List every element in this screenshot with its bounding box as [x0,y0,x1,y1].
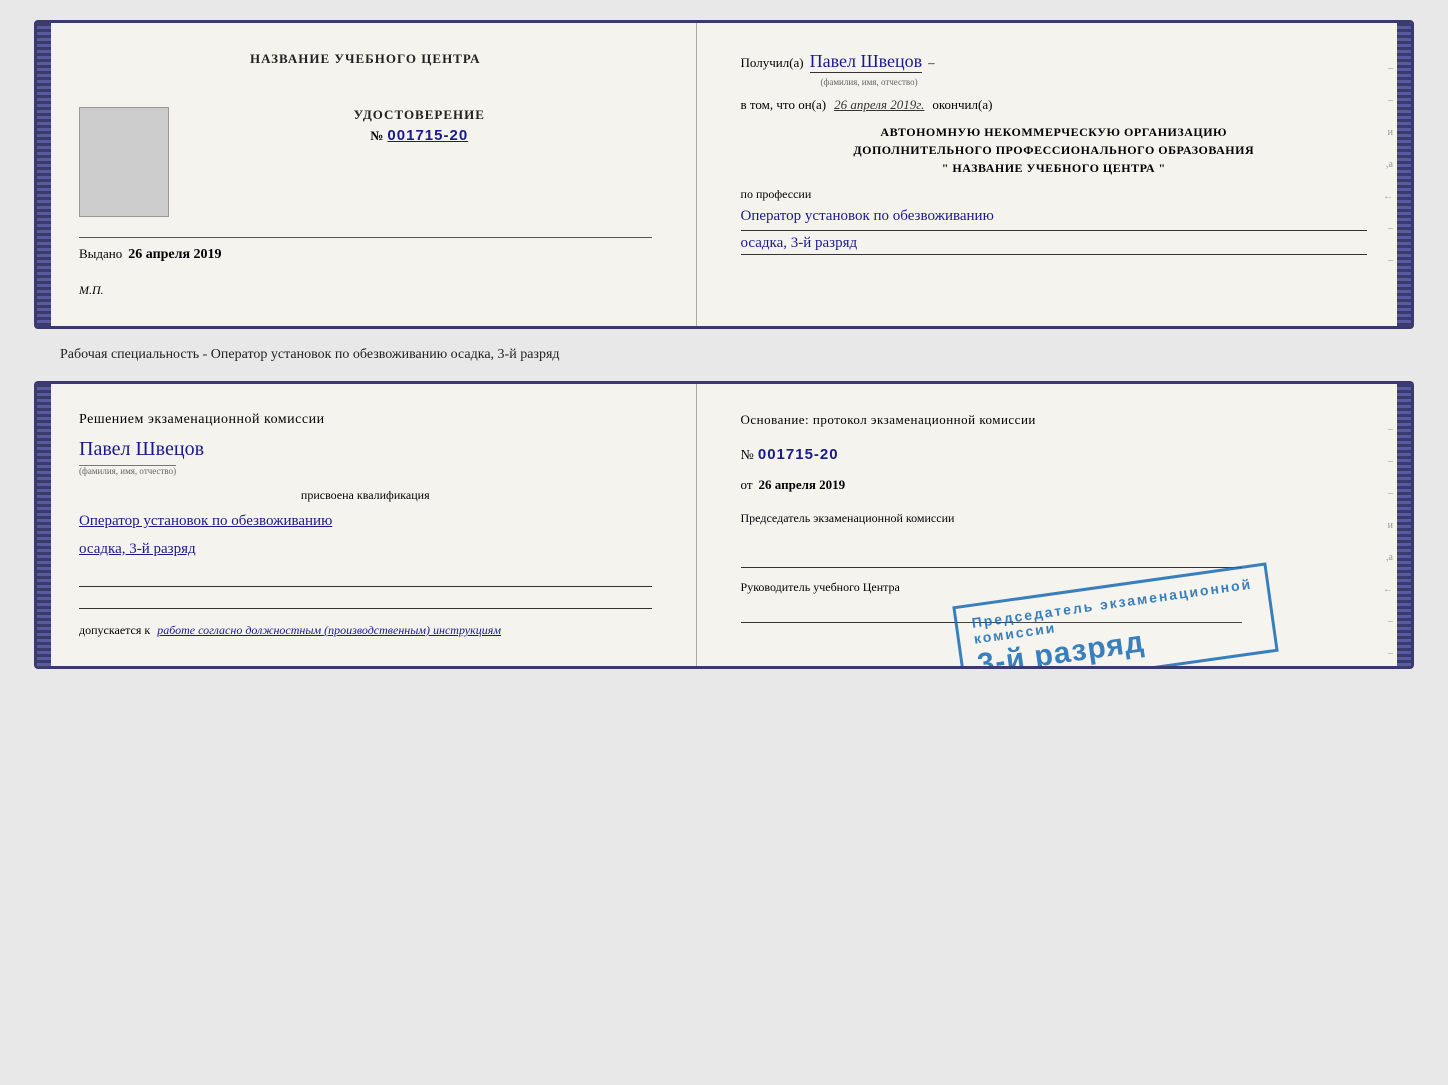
org-line1: АВТОНОМНУЮ НЕКОММЕРЧЕСКУЮ ОРГАНИЗАЦИЮ ДО… [741,123,1367,177]
spine-right-2 [1397,384,1411,666]
chairman-label: Председатель экзаменационной комиссии [741,511,1367,526]
mp-label: М.П. [79,283,652,298]
basis-text: Основание: протокол экзаменационной коми… [741,412,1367,428]
vtom-label: в том, что он(а) [741,97,827,113]
assigned-label: присвоена квалификация [79,488,652,503]
completed-label: окончил(а) [932,97,992,113]
commission-fio: Павел Швецов [79,438,652,461]
profession-label: по профессии [741,187,1367,202]
cert-number: 001715-20 [387,127,468,144]
completed-date: 26 апреля 2019г. [834,97,924,113]
protocol-number-prefix: № [741,448,754,464]
recipient-name: Павел Швецов [810,51,923,73]
doc1-right-panel: Получил(а) Павел Швецов – (фамилия, имя,… [697,23,1411,326]
fio-label-doc2: (фамилия, имя, отчество) [79,465,176,476]
fio-dash: – [928,55,935,71]
admission-prefix: допускается к [79,623,150,637]
decision-text: Решением экзаменационной комиссии [79,412,652,428]
photo-box [79,107,169,217]
issued-date: 26 апреля 2019 [128,247,221,263]
separator-label: Рабочая специальность - Оператор установ… [20,347,560,363]
admission-text: работе согласно должностным (производств… [157,623,501,637]
issued-label: Выдано [79,246,122,262]
sign-area-chairman [741,546,1242,568]
document-1: НАЗВАНИЕ УЧЕБНОГО ЦЕНТРА УДОСТОВЕРЕНИЕ №… [34,20,1414,329]
profession-value: Оператор установок по обезвоживанию [741,204,1367,231]
cert-label: УДОСТОВЕРЕНИЕ [187,107,652,123]
from-date: 26 апреля 2019 [759,477,846,493]
qual-line1: Оператор установок по обезвоживанию [79,509,652,533]
spine-right-1 [1397,23,1411,326]
admission-container: допускается к работе согласно должностны… [79,623,652,638]
doc2-left-panel: Решением экзаменационной комиссии Павел … [37,384,697,666]
received-prefix: Получил(а) [741,55,804,71]
document-2: Решением экзаменационной комиссии Павел … [34,381,1414,669]
qual-line2: осадка, 3-й разряд [79,537,652,561]
doc1-school-title: НАЗВАНИЕ УЧЕБНОГО ЦЕНТРА [79,51,652,67]
from-prefix: от [741,477,753,493]
doc2-right-panel: Основание: протокол экзаменационной коми… [697,384,1411,666]
fio-label-doc1: (фамилия, имя, отчество) [741,77,1367,87]
cert-number-prefix: № [370,128,383,144]
doc1-left-panel: НАЗВАНИЕ УЧЕБНОГО ЦЕНТРА УДОСТОВЕРЕНИЕ №… [37,23,697,326]
rank-value: осадка, 3-й разряд [741,235,1367,255]
protocol-number: 001715-20 [758,446,839,463]
